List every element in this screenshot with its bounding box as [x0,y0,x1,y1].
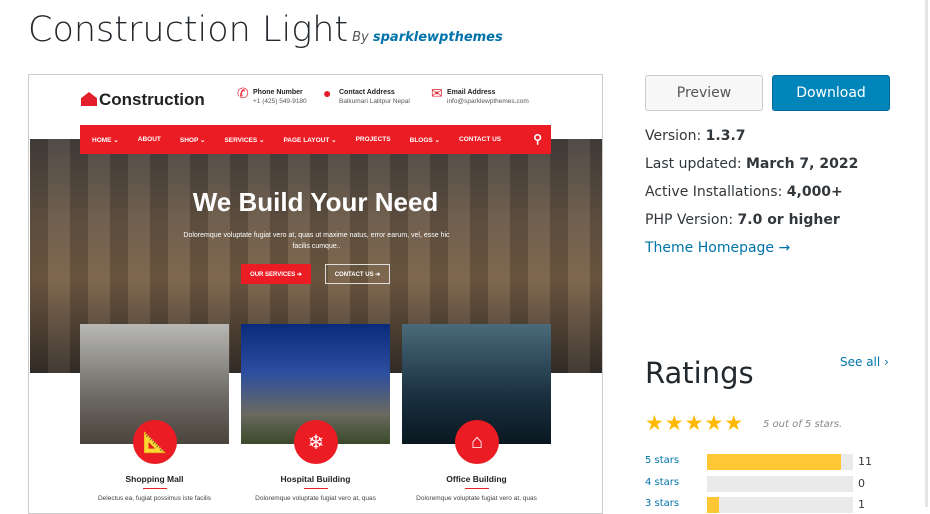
contact-label: Phone Number [253,89,303,96]
ruler-icon: 📐 [133,420,177,464]
card-title: Hospital Building [280,474,351,484]
rating-3-link[interactable]: 3 stars [645,498,679,509]
page-divider [925,0,928,507]
meta-value: 1.3.7 [705,128,746,144]
card-text: Doloremque voluptate fugiat vero at, qua… [416,495,537,502]
last-updated-row: Last updated: March 7, 2022 [645,156,858,172]
version-row: Version: 1.3.7 [645,128,746,144]
preview-button[interactable]: Preview [645,75,763,111]
stars-text: 5 out of 5 stars. [763,419,843,430]
theme-homepage-link[interactable]: Theme Homepage → [645,240,790,256]
contact-us-button: CONTACT US ➔ [325,264,390,284]
rating-bar [707,476,853,492]
theme-name: Construction Light [28,10,349,50]
meta-label: Active Installations: [645,184,787,200]
preview-nav: HOME ⌄ ABOUT SHOP ⌄ SERVICES ⌄ PAGE LAYO… [80,125,551,154]
card-title: Office Building [446,474,507,484]
contact-value: +1 (425) 549-9180 [253,98,307,105]
rating-bar [707,454,853,470]
theme-title: Construction Light By sparklewpthemes [28,10,503,50]
map-pin-icon: ● [323,85,332,101]
meta-value: 4,000+ [786,184,843,200]
hero-text: Doloremque voluptate fugiat vero at, qua… [183,232,450,250]
phone-icon: ✆ [237,85,249,101]
nav-item: BLOGS ⌄ [409,136,440,144]
contact-email: ✉ Email Address info@sparklewpthemes.com [431,86,529,106]
house-logo-icon [81,92,97,106]
meta-label: Version: [645,128,706,144]
rating-count: 0 [858,477,865,490]
card-text: Doloremque voluptate fugiat vero at, qua… [255,495,376,502]
our-services-button: OUR SERVICES ➔ [241,264,311,284]
nav-item: CONTACT US [459,136,502,143]
meta-value: March 7, 2022 [746,156,859,172]
rating-bar [707,497,853,513]
contact-label: Contact Address [339,89,395,96]
card-title: Shopping Mall [125,474,184,484]
see-all-link[interactable]: See all › [840,355,889,369]
contact-phone: ✆ Phone Number +1 (425) 549-9180 [237,86,307,106]
snowflake-icon: ❄ [294,420,338,464]
nav-item: HOME ⌄ [92,136,119,144]
nav-item: SERVICES ⌄ [224,136,265,144]
nav-item: PROJECTS [355,136,391,143]
meta-label: Last updated: [645,156,746,172]
nav-item: SHOP ⌄ [179,136,206,144]
php-version-row: PHP Version: 7.0 or higher [645,212,840,228]
star-icon: ★★★★★ [645,411,745,435]
envelope-icon: ✉ [431,85,443,101]
nav-item: ABOUT [137,136,161,143]
search-icon: ⚲ [533,132,542,146]
contact-value: Balkumari Lalitpur Nepal [339,98,410,105]
rating-count: 11 [858,455,872,468]
meta-value: 7.0 or higher [737,212,840,228]
contact-value: info@sparklewpthemes.com [447,98,529,105]
installations-row: Active Installations: 4,000+ [645,184,843,200]
card-underline [143,488,167,489]
download-button[interactable]: Download [772,75,890,111]
rating-bar-fill [707,454,841,470]
theme-screenshot: Construction ✆ Phone Number +1 (425) 549-9… [28,74,603,514]
contact-label: Email Address [447,89,496,96]
card-text: Delectus ea, fugiat possimus iste facili… [97,495,212,502]
nav-item: PAGE LAYOUT ⌄ [283,136,337,144]
logo-text: Construction [99,90,205,109]
ratings-heading: Ratings [645,356,754,390]
home-icon: ⌂ [455,420,499,464]
author-link[interactable]: sparklewpthemes [373,30,503,45]
rating-4-link[interactable]: 4 stars [645,477,679,488]
contact-address: ● Contact Address Balkumari Lalitpur Nepal [323,86,410,106]
card-underline [465,488,489,489]
by-label: By [352,30,369,45]
star-rating: ★★★★★ [645,411,744,435]
rating-count: 1 [858,498,865,511]
hero-title: We Build Your Need [192,187,439,217]
site-logo: Construction [81,90,205,110]
rating-5-link[interactable]: 5 stars [645,455,679,466]
card-underline [304,488,328,489]
byline: By sparklewpthemes [352,30,503,45]
meta-label: PHP Version: [645,212,738,228]
rating-bar-fill [707,497,720,513]
